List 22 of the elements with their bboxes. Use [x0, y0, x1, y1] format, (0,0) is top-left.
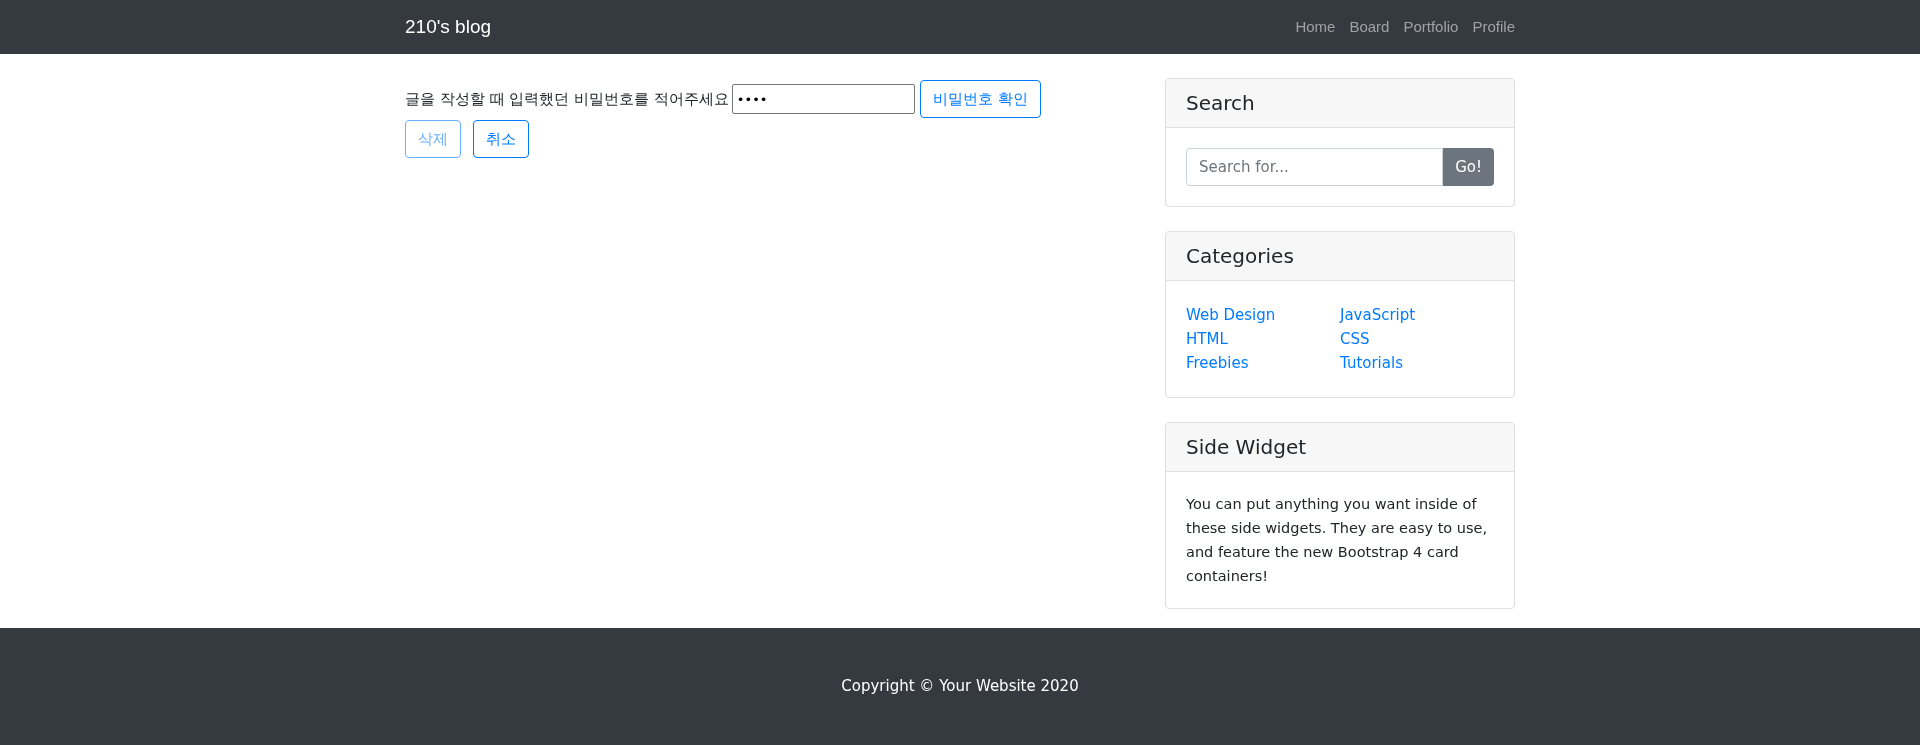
widget-text: You can put anything you want inside of these side widgets. They are easy to use, and feature the new Bootstrap 4 card containers! — [1186, 495, 1489, 586]
go-button[interactable]: Go! — [1443, 148, 1494, 186]
card-title: Search — [1186, 91, 1256, 115]
category-link[interactable]: Tutorials — [1340, 351, 1403, 375]
password-label: 글을 작성할 때 입력했던 비밀번호를 적어주세요 — [405, 88, 729, 110]
nav-link[interactable]: Profile — [1465, 15, 1515, 39]
card-title: Side Widget — [1186, 435, 1308, 459]
brand-link[interactable]: 210's blog — [405, 12, 492, 42]
action-button[interactable]: 취소 — [473, 120, 529, 158]
nav-link[interactable]: Board — [1342, 15, 1397, 39]
search-field[interactable]: Search for... — [1186, 148, 1444, 186]
nav-link[interactable]: Home — [1288, 15, 1343, 39]
category-link[interactable]: Web Design — [1186, 303, 1276, 327]
password-field[interactable]: •••• — [731, 84, 915, 114]
copyright-text: Copyright © Your Website 2020 — [841, 676, 1079, 698]
category-link[interactable]: JavaScript — [1340, 303, 1416, 327]
category-link[interactable]: CSS — [1340, 327, 1370, 351]
nav-link[interactable]: Portfolio — [1396, 15, 1466, 39]
category-link[interactable]: HTML — [1186, 327, 1228, 351]
confirm-password-button[interactable]: 비밀번호 확인 — [919, 80, 1041, 118]
category-link[interactable]: Freebies — [1186, 351, 1249, 375]
card-title: Categories — [1186, 244, 1295, 268]
